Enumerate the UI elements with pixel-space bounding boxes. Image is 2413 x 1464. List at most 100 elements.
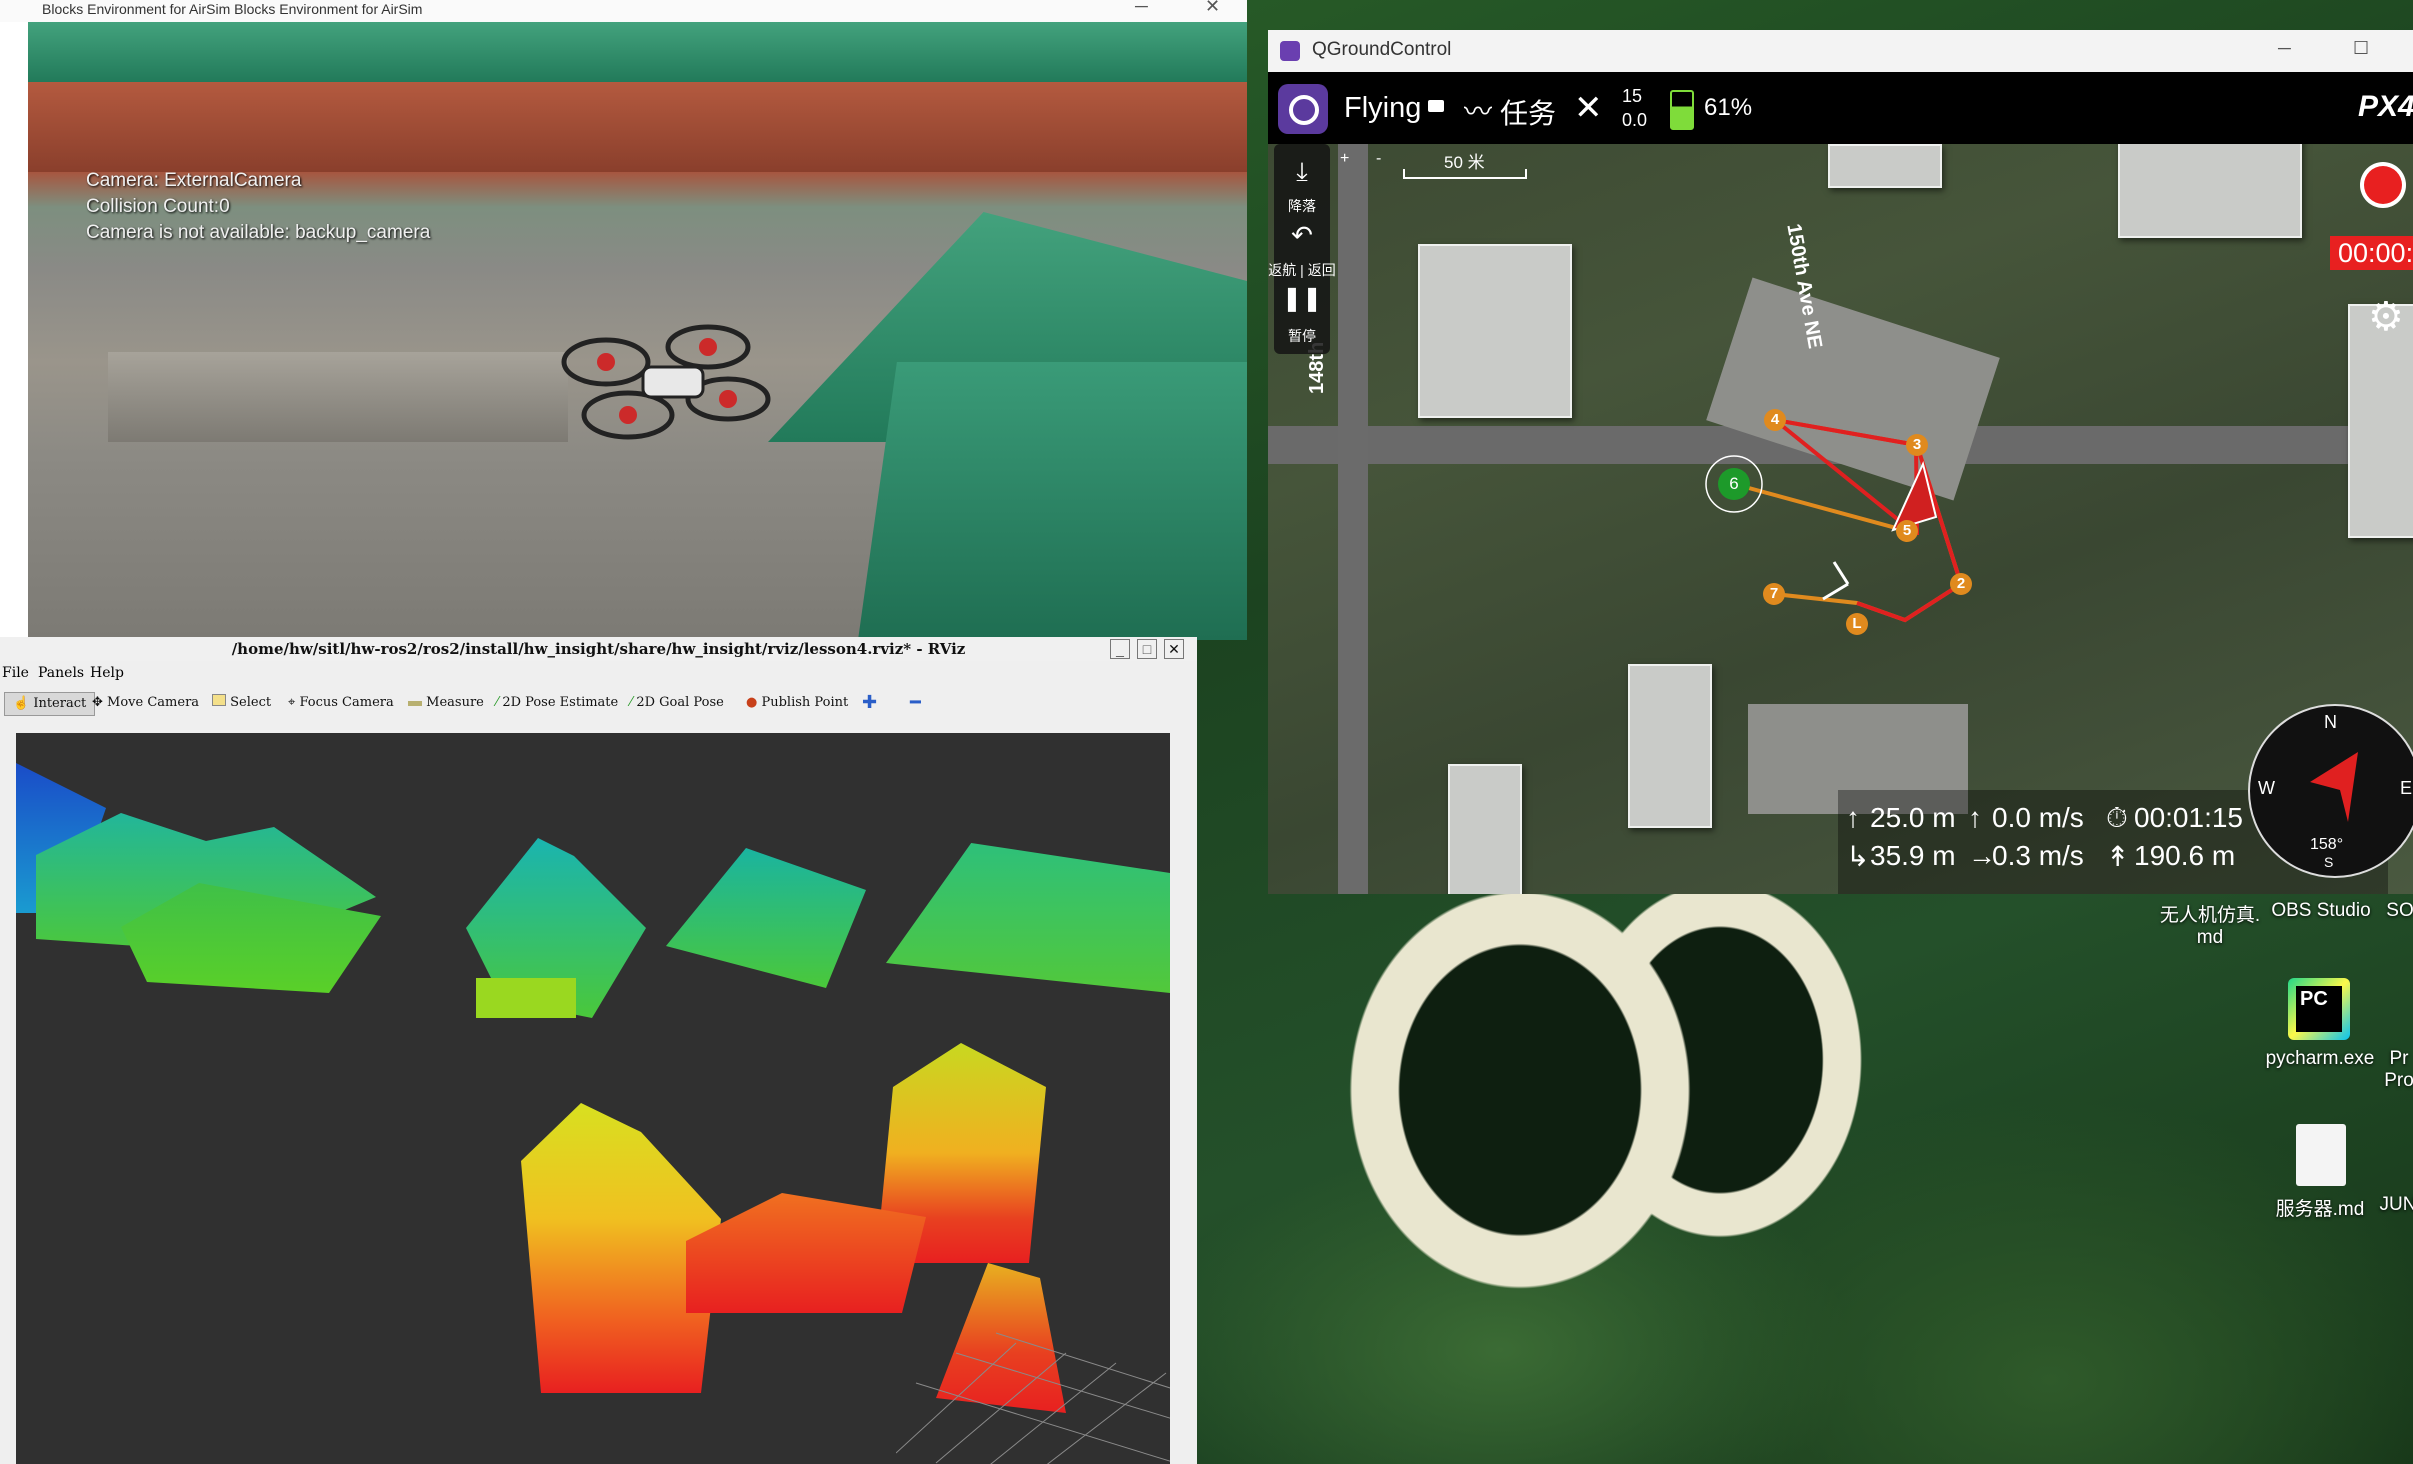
stone-wall	[108, 352, 568, 442]
land-button[interactable]: 降落	[1274, 196, 1330, 216]
qgc-map[interactable]: 148th 150th Ave NE + - 50 米 4 3 5 2 7 L …	[1268, 144, 2413, 894]
airsim-titlebar[interactable]: Blocks Environment for AirSim Blocks Env…	[0, 0, 1247, 22]
hud-camera: Camera: ExternalCamera	[86, 170, 302, 191]
select-icon	[212, 694, 226, 706]
markdown-file-icon[interactable]	[2296, 1124, 2346, 1186]
rviz-window[interactable]: /home/hw/sitl/hw-ros2/ros2/install/hw_in…	[0, 637, 1197, 1464]
flight-status[interactable]: Flying	[1344, 92, 1421, 125]
hdop-value: 0.0	[1622, 110, 1648, 130]
menu-help[interactable]: Help	[90, 665, 124, 681]
tool-2d-goal-pose[interactable]: ⁄ 2D Goal Pose	[630, 692, 724, 714]
desktop-icon-pycharm[interactable]: pycharm.exe	[2260, 1048, 2380, 1070]
waypoint-marker[interactable]: 4	[1764, 409, 1786, 431]
rtl-button[interactable]: 返航 | 返回	[1268, 260, 1336, 280]
add-tool-button[interactable]: ✚	[862, 692, 877, 714]
remove-tool-button[interactable]: ━	[910, 692, 921, 714]
qgc-menu-icon[interactable]	[1278, 84, 1328, 134]
pose-estimate-icon: ⁄	[496, 695, 499, 710]
mission-label[interactable]: 任务	[1500, 92, 1556, 132]
waypoint-marker[interactable]: 3	[1906, 434, 1928, 456]
rviz-menubar: File Panels Help	[0, 663, 1197, 683]
compass-s: S	[2324, 854, 2334, 870]
waypoint-marker[interactable]: 2	[1950, 573, 1972, 595]
tool-interact[interactable]: ☝ Interact	[4, 692, 96, 716]
measure-icon	[408, 701, 422, 706]
tool-move-camera[interactable]: ✥ Move Camera	[92, 692, 199, 714]
heading-arrow-icon	[2310, 752, 2358, 822]
menu-file[interactable]: File	[2, 665, 29, 681]
pycharm-icon[interactable]: PC	[2288, 978, 2350, 1040]
goal-pose-icon: ⁄	[630, 695, 633, 710]
battery-icon[interactable]	[1670, 90, 1694, 130]
land-icon[interactable]: ⤓	[1274, 156, 1330, 188]
minimize-icon[interactable]: ─	[2278, 38, 2291, 59]
hud-warning: Camera is not available: backup_camera	[86, 222, 431, 243]
maximize-icon[interactable]: □	[1137, 639, 1157, 659]
temple-wall	[28, 82, 1247, 172]
pause-button[interactable]: 暂停	[1274, 326, 1330, 346]
ground-grid	[896, 1332, 1170, 1464]
drone-icon	[561, 324, 771, 440]
distance-icon: ↳	[1846, 841, 1870, 872]
publish-point-icon: ●	[746, 695, 758, 710]
record-timer: 00:00:0	[2330, 236, 2413, 270]
point-cloud	[886, 843, 1170, 993]
timer-icon: ⏱	[2106, 802, 2128, 833]
rviz-3d-view[interactable]	[16, 733, 1170, 1464]
airsim-title: Blocks Environment for AirSim Blocks Env…	[42, 1, 423, 17]
menu-panels[interactable]: Panels	[38, 665, 84, 681]
desktop-icon-jun[interactable]: JUN	[2378, 1194, 2413, 1216]
close-icon[interactable]: ✕	[1164, 639, 1184, 659]
minimize-icon[interactable]: _	[1110, 639, 1130, 659]
tool-measure[interactable]: Measure	[408, 692, 484, 714]
tool-focus-camera[interactable]: ⌖ Focus Camera	[288, 692, 394, 714]
point-cloud	[666, 848, 866, 988]
settings-icon[interactable]: ⚙	[2368, 294, 2404, 340]
airsim-window[interactable]: Blocks Environment for AirSim Blocks Env…	[0, 0, 1247, 640]
interact-icon: ☝	[13, 696, 30, 711]
temple-roof	[858, 362, 1247, 640]
waypoint-marker[interactable]: L	[1846, 613, 1868, 635]
maximize-icon[interactable]: ☐	[2353, 38, 2369, 59]
message-icon[interactable]	[1428, 100, 1444, 112]
desktop-icon-drone-md[interactable]: 无人机仿真. md	[2150, 900, 2270, 949]
focus-camera-icon: ⌖	[288, 695, 296, 710]
move-camera-icon: ✥	[92, 695, 103, 710]
qgc-toolbar: Flying 〰 任务 ✕ 15 0.0 61% PX4	[1268, 72, 2413, 144]
rviz-toolbar: ☝ Interact ✥ Move Camera Select ⌖ Focus …	[0, 687, 1197, 717]
waypoint-marker[interactable]: 5	[1896, 520, 1918, 542]
desktop-icon-server-md[interactable]: 服务器.md	[2260, 1194, 2380, 1221]
rtl-icon[interactable]: ↶	[1274, 220, 1330, 251]
vertical-speed-icon: ↑	[1968, 802, 1982, 833]
home-distance-icon: ↟	[2106, 841, 2130, 872]
pause-icon[interactable]: ❚❚	[1274, 284, 1330, 313]
point-cloud	[476, 978, 576, 1018]
battery-percent: 61%	[1704, 94, 1753, 121]
qgroundcontrol-window[interactable]: QGroundControl ─ ☐ Flying 〰 任务 ✕ 15 0.0 …	[1268, 30, 2413, 894]
waypoint-marker[interactable]: 7	[1763, 583, 1785, 605]
compass-e: E	[2400, 778, 2413, 798]
airsim-viewport[interactable]: Camera: ExternalCamera Collision Count:0…	[28, 22, 1247, 640]
close-icon[interactable]: ✕	[1205, 0, 1220, 17]
qgc-titlebar[interactable]: QGroundControl ─ ☐	[1268, 30, 2413, 72]
compass-heading: 158°	[2310, 836, 2344, 853]
tool-select[interactable]: Select	[212, 692, 271, 714]
rviz-title[interactable]: /home/hw/sitl/hw-ros2/ros2/install/hw_in…	[0, 637, 1197, 661]
record-button[interactable]	[2360, 162, 2406, 208]
minimize-icon[interactable]: ─	[1135, 0, 1148, 17]
px4-logo: PX4	[2358, 90, 2413, 123]
tool-publish-point[interactable]: ● Publish Point	[746, 692, 848, 714]
tool-2d-pose-estimate[interactable]: ⁄ 2D Pose Estimate	[496, 692, 618, 714]
satellite-icon[interactable]: ✕	[1574, 88, 1603, 128]
vertical-speed-value: 0.0 m/s	[1992, 802, 2084, 833]
desktop-icon-obs[interactable]: OBS Studio	[2266, 900, 2376, 922]
mission-path	[1705, 418, 1964, 623]
altitude-icon: ↑	[1846, 802, 1860, 833]
desktop-icon-so[interactable]: SO	[2380, 900, 2413, 922]
temple-roof	[28, 22, 1247, 82]
flight-time-value: 00:01:15	[2134, 802, 2243, 833]
mission-icon: 〰	[1464, 96, 1493, 127]
home-marker[interactable]: 6	[1718, 468, 1750, 500]
desktop-icon-pro[interactable]: Pr Pro	[2384, 1048, 2413, 1092]
hud-collision: Collision Count:0	[86, 196, 230, 217]
